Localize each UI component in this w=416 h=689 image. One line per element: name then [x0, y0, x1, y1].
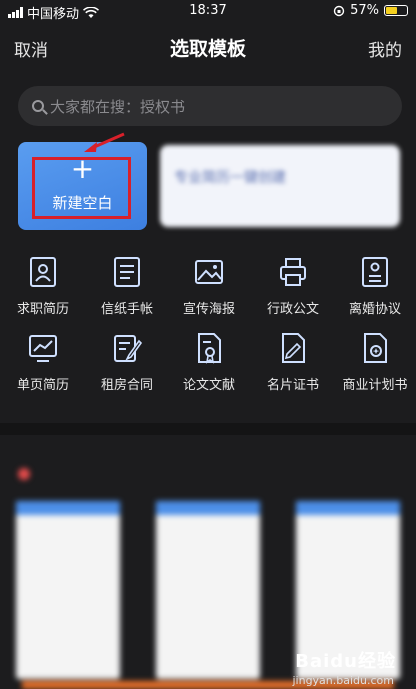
category-label: 离婚协议: [348, 302, 401, 317]
category-label: 论文文献: [182, 378, 235, 393]
section-dot-icon: [18, 468, 30, 480]
category-label: 宣传海报: [182, 302, 235, 317]
search-icon: [32, 100, 44, 112]
poster-icon: [195, 260, 223, 284]
highlight-box: [32, 157, 131, 219]
status-bar: 中国移动 18:37 57%: [0, 0, 416, 22]
category-label: 商业计划书: [342, 378, 408, 393]
template-thumbnail[interactable]: [156, 501, 260, 679]
category-thesis[interactable]: 论文文献: [170, 332, 248, 393]
search-placeholder: 大家都在搜：授权书: [50, 97, 186, 116]
printer-icon: [280, 258, 306, 286]
category-label: 求职简历: [16, 302, 69, 317]
category-rental-contract[interactable]: 租房合同: [88, 332, 166, 393]
category-label: 名片证书: [266, 378, 319, 393]
category-resume[interactable]: 求职简历: [4, 256, 82, 317]
category-divorce-agreement[interactable]: 离婚协议: [336, 256, 414, 317]
orientation-lock-icon: [333, 5, 345, 16]
category-poster[interactable]: 宣传海报: [170, 256, 248, 317]
battery-fill: [386, 7, 398, 14]
category-letter-paper[interactable]: 信纸手帐: [88, 256, 166, 317]
certificate-icon: [282, 333, 305, 363]
category-label: 行政公文: [266, 302, 319, 317]
contract-icon: [114, 335, 143, 362]
page-title: 选取模板: [169, 38, 246, 60]
resume-icon: [30, 257, 56, 287]
chart-screen-icon: [29, 335, 57, 362]
battery-icon: [384, 5, 408, 16]
search-input[interactable]: 大家都在搜：授权书: [18, 86, 402, 126]
nav-bar: 取消 选取模板 我的: [0, 24, 416, 70]
category-label: 租房合同: [100, 378, 153, 393]
template-thumbnail[interactable]: [16, 501, 120, 679]
watermark-url: jingyan.baidu.com: [292, 674, 394, 687]
category-label: 单页简历: [16, 378, 69, 393]
promo-title: 专业简历一键创建: [174, 170, 286, 186]
battery-percent: 57%: [350, 3, 379, 18]
paper-icon: [198, 333, 221, 364]
category-single-resume[interactable]: 单页简历: [4, 332, 82, 393]
section-divider: [0, 423, 416, 435]
category-label: 信纸手帐: [100, 302, 153, 317]
watermark-logo: Baidu经验: [295, 651, 396, 672]
category-admin-doc[interactable]: 行政公文: [254, 256, 332, 317]
agreement-icon: [362, 257, 388, 287]
letter-paper-icon: [114, 257, 140, 287]
mine-button[interactable]: 我的: [368, 36, 402, 61]
status-right: 57%: [333, 3, 408, 18]
promo-card[interactable]: 专业简历一键创建: [160, 145, 400, 227]
category-business-plan[interactable]: 商业计划书: [336, 332, 414, 393]
business-plan-icon: [364, 333, 387, 363]
category-card-certificate[interactable]: 名片证书: [254, 332, 332, 393]
